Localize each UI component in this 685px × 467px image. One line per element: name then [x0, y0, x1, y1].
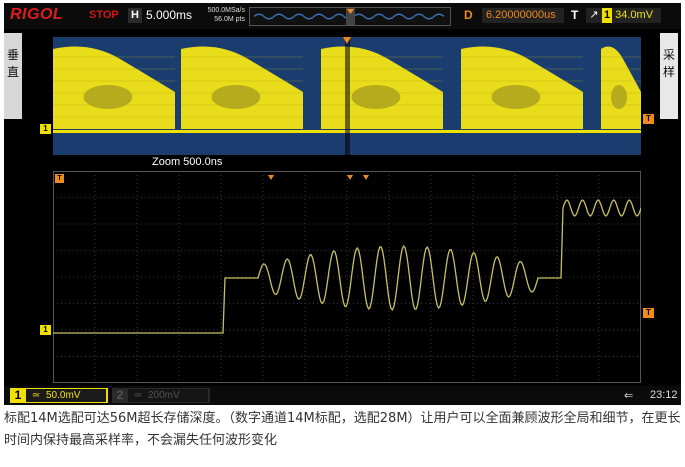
timebase-value[interactable]: 5.000ms: [146, 8, 192, 22]
channel-1-number: 1: [14, 388, 22, 402]
memory-depth: 56.0M pts: [214, 16, 245, 23]
zoom-ch1-marker: 1: [40, 325, 51, 335]
channel-1-settings: ≃ 50.0mV: [26, 389, 106, 402]
channel-1-indicator[interactable]: 1 ≃ 50.0mV: [10, 388, 108, 403]
rising-edge-icon: ↗: [589, 9, 599, 21]
overview-trigger-level-marker: T: [643, 114, 654, 124]
memory-overview-wave: [253, 8, 445, 25]
channel-2-scale: 200mV: [148, 390, 180, 401]
overview-burst-envelope: [351, 85, 401, 109]
channel-1-scale: 50.0mV: [46, 390, 81, 401]
horizontal-label: H: [128, 8, 142, 23]
sample-info: 500.0MSa/s 56.0M pts: [199, 6, 245, 24]
acquire-menu-tab[interactable]: 采样: [660, 33, 678, 119]
zoom-label: Zoom 500.0ns: [152, 156, 223, 168]
vertical-menu-tab[interactable]: 垂直: [4, 33, 22, 119]
channel-2-number: 2: [116, 388, 124, 402]
caption-text: 标配14M选配可达56M超长存储深度。（数字通道14M标配，选配28M）让用户可…: [4, 411, 681, 448]
run-stop-status[interactable]: STOP: [89, 9, 119, 21]
overview-waveform-window[interactable]: [53, 37, 641, 155]
bottom-status-bar: 1 ≃ 50.0mV 2 ≃ 200mV ⇐ 23:12: [4, 386, 681, 405]
sample-rate: 500.0MSa/s: [207, 7, 245, 14]
zoom-waveform-grid[interactable]: [53, 171, 641, 383]
trigger-label: T: [571, 8, 579, 22]
trigger-settings[interactable]: ↗ 1 34.0mV: [586, 8, 661, 23]
usb-icon: ⇐: [624, 389, 634, 402]
delay-value[interactable]: 6.20000000us: [482, 8, 564, 23]
overview-burst-envelope: [611, 85, 627, 109]
brand-logo: RIGOL: [10, 6, 64, 23]
zoom-trigger-level-marker: T: [643, 308, 654, 318]
overview-burst-envelope: [491, 85, 541, 109]
zoom-trigger-pos-marker: T: [55, 174, 64, 183]
channel-2-coupling: ≃: [133, 390, 143, 401]
channel-1-coupling: ≃: [31, 390, 41, 401]
oscilloscope-screen: RIGOL STOP H 5.000ms 500.0MSa/s 56.0M pt…: [4, 3, 681, 405]
clock: 23:12: [650, 389, 678, 401]
overview-burst-envelope: [83, 85, 133, 109]
zoom-window-marker[interactable]: [345, 37, 350, 155]
trigger-level-value: 34.0mV: [615, 9, 654, 21]
overview-ch1-marker: 1: [40, 124, 51, 134]
delay-label: D: [464, 8, 473, 22]
memory-overview-strip[interactable]: [249, 7, 451, 26]
channel-2-indicator[interactable]: 2 ≃ 200mV: [112, 388, 210, 403]
channel-2-settings: ≃ 200mV: [128, 389, 208, 402]
overview-burst-envelope: [211, 85, 261, 109]
top-status-bar: RIGOL STOP H 5.000ms 500.0MSa/s 56.0M pt…: [4, 3, 681, 29]
trigger-source: 1: [602, 8, 613, 23]
